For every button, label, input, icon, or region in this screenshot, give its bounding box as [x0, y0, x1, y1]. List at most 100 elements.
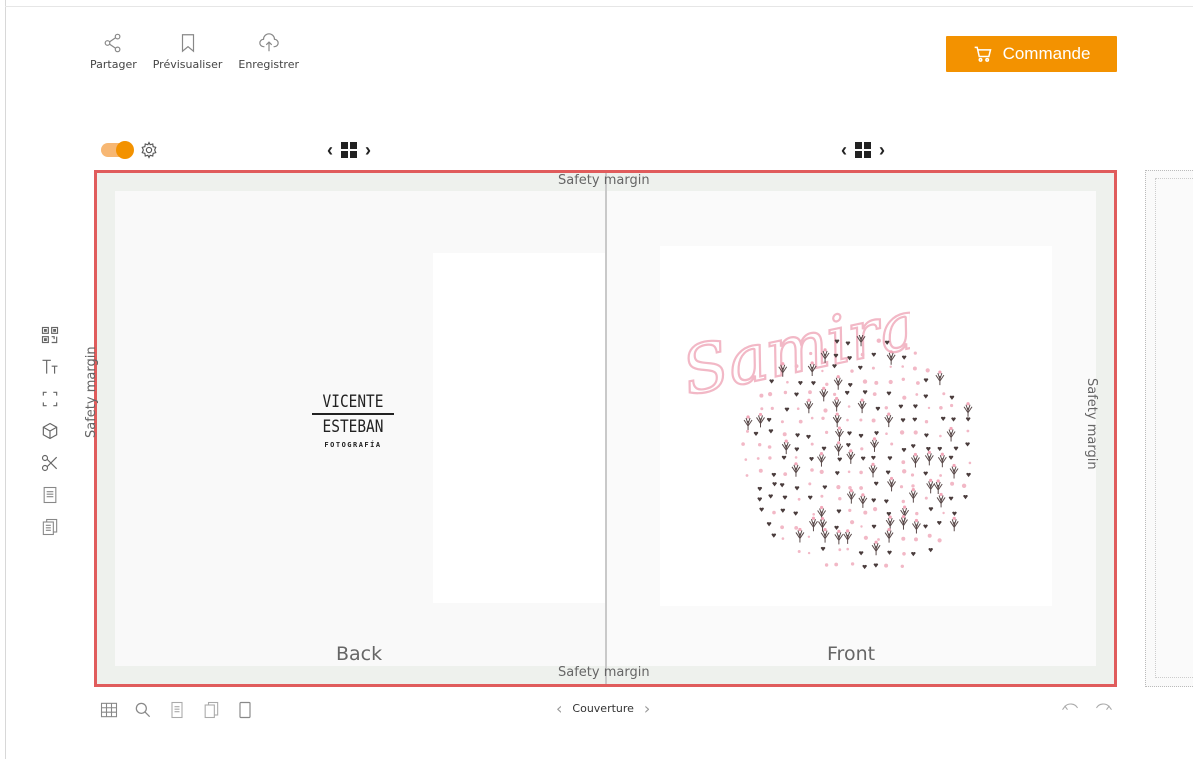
- pattern-dot: [901, 499, 905, 504]
- page-button[interactable]: [38, 483, 62, 507]
- side-toolbar: [38, 323, 62, 539]
- save-button[interactable]: Enregistrer: [238, 32, 299, 71]
- shape-button[interactable]: [38, 419, 62, 443]
- pattern-dot: [768, 456, 772, 460]
- pattern-dot: [877, 538, 880, 541]
- pattern-dot: [783, 472, 788, 476]
- chevron-right-icon[interactable]: ›: [644, 699, 650, 718]
- preview-button[interactable]: Prévisualiser: [153, 32, 222, 71]
- frame-button[interactable]: [38, 387, 62, 411]
- pattern-heart: [844, 390, 850, 396]
- pattern-dot: [863, 510, 868, 515]
- pattern-heart: [794, 392, 799, 397]
- pattern-flower-bud: [889, 350, 893, 354]
- pattern-heart: [768, 494, 773, 499]
- chevron-left-icon[interactable]: ‹: [324, 140, 336, 160]
- pages-button[interactable]: [38, 515, 62, 539]
- pattern-heart: [937, 446, 943, 452]
- pattern-dot: [782, 432, 787, 437]
- pattern-dot: [884, 406, 888, 410]
- chevron-left-icon[interactable]: ‹: [556, 699, 562, 718]
- pattern-heart: [771, 472, 777, 478]
- pattern-flower: [834, 532, 844, 545]
- cart-icon: [974, 46, 992, 62]
- pattern-heart: [809, 457, 814, 462]
- pattern-dot: [783, 390, 788, 395]
- undo-icon[interactable]: [1060, 701, 1080, 715]
- top-toolbar: Partager Prévisualiser Enregistrer: [90, 32, 299, 71]
- pattern-heart: [875, 406, 881, 411]
- pattern-dot: [807, 551, 811, 555]
- chevron-left-icon[interactable]: ‹: [838, 140, 850, 160]
- pattern-flower-bud: [746, 415, 750, 419]
- pattern-heart: [821, 446, 827, 451]
- pattern-heart: [811, 381, 816, 386]
- pattern-dot: [860, 447, 864, 451]
- pattern-flower-bud: [846, 529, 850, 533]
- zoom-button[interactable]: [132, 699, 154, 721]
- safety-margin-left-label: Safety margin: [84, 346, 99, 438]
- pattern-heart: [847, 383, 853, 388]
- pattern-dot: [834, 562, 839, 567]
- chevron-right-icon[interactable]: ›: [876, 140, 888, 160]
- pattern-dot: [781, 537, 785, 540]
- guides-toggle[interactable]: [101, 141, 134, 159]
- layout-grid-icon[interactable]: [855, 142, 871, 158]
- pattern-heart: [862, 564, 867, 570]
- pages-icon: [204, 701, 219, 719]
- pattern-dot: [819, 469, 824, 474]
- pattern-flower: [743, 417, 753, 430]
- gear-icon[interactable]: [140, 141, 158, 159]
- floral-pattern-circle[interactable]: [738, 335, 983, 580]
- back-logo[interactable]: VICENTE ESTEBAN FOTOGRAFÍA: [310, 393, 396, 449]
- page-icon: [43, 486, 57, 504]
- window-left-border: [5, 0, 6, 759]
- pattern-dot: [914, 537, 918, 542]
- pattern-heart: [807, 495, 813, 500]
- double-page-button[interactable]: [200, 699, 222, 721]
- pattern-heart: [860, 456, 866, 461]
- pattern-heart: [911, 551, 916, 557]
- text-button[interactable]: [38, 355, 62, 379]
- pattern-dot: [924, 496, 928, 500]
- chevron-right-icon[interactable]: ›: [362, 140, 374, 160]
- pattern-heart: [834, 525, 839, 531]
- pattern-heart: [862, 390, 868, 395]
- pattern-dot: [794, 364, 799, 368]
- next-page-preview-inner: [1155, 178, 1193, 678]
- pattern-flower-bud: [966, 402, 970, 406]
- pattern-dot: [961, 483, 967, 488]
- pattern-flower-bud: [794, 462, 798, 466]
- redo-icon[interactable]: [1094, 701, 1114, 715]
- order-button[interactable]: Commande: [946, 36, 1117, 72]
- pattern-dot: [823, 408, 828, 413]
- pattern-heart: [928, 548, 933, 553]
- pattern-flower: [843, 531, 853, 544]
- page-outline-button[interactable]: [234, 699, 256, 721]
- grid-view-button[interactable]: [98, 699, 120, 721]
- pattern-dot: [780, 420, 784, 424]
- front-page-label: Front: [827, 643, 876, 665]
- pattern-dot: [942, 511, 945, 515]
- pattern-flower-bud: [837, 441, 841, 445]
- pattern-dot: [786, 380, 789, 384]
- pattern-flower: [949, 466, 959, 479]
- share-button[interactable]: Partager: [90, 32, 137, 71]
- pattern-dot: [968, 461, 972, 465]
- single-page-button[interactable]: [166, 699, 188, 721]
- pattern-heart: [887, 550, 892, 555]
- front-layout-pager: ‹ ›: [838, 140, 888, 160]
- pattern-heart: [923, 524, 928, 529]
- pattern-dot: [863, 535, 868, 540]
- layout-grid-icon[interactable]: [341, 142, 357, 158]
- pattern-heart: [965, 417, 971, 422]
- pattern-flower: [817, 454, 826, 467]
- pattern-flower: [857, 400, 867, 414]
- qr-code-icon: [41, 326, 59, 344]
- cut-button[interactable]: [38, 451, 62, 475]
- pattern-heart: [794, 447, 800, 452]
- pattern-flower: [899, 517, 908, 530]
- qr-code-button[interactable]: [38, 323, 62, 347]
- pattern-heart: [884, 499, 889, 504]
- cloud-upload-icon: [258, 33, 279, 52]
